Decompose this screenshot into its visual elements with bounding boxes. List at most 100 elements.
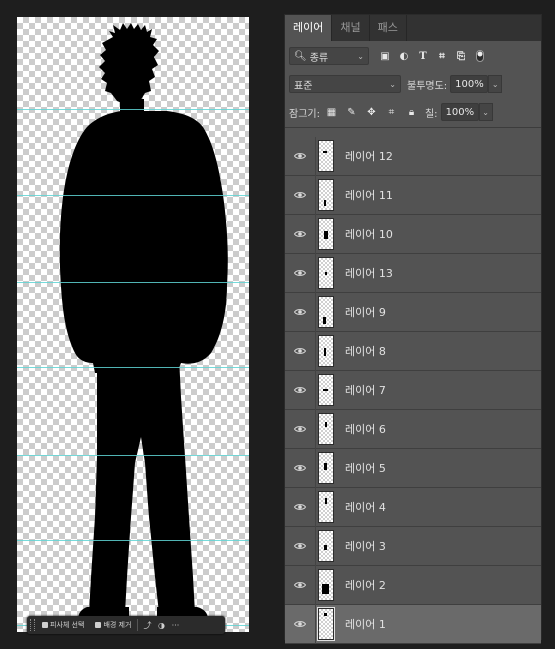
visibility-eye-icon[interactable]	[285, 620, 315, 628]
lock-label: 잠그기:	[289, 108, 320, 120]
adjustment-filter-icon[interactable]: ◐	[398, 50, 410, 62]
divider	[315, 370, 316, 410]
thumbnail-content	[324, 348, 326, 356]
filter-toggle-icon[interactable]	[474, 50, 486, 62]
layer-list: 레이어 12 레이어 11 레이어 10 레이어 13 레이어 9 레이어 8 레이어 7 레…	[285, 136, 541, 644]
filter-kind-dropdown[interactable]: 🔍︎ 종류 ⌄	[289, 47, 369, 65]
thumbnail-content	[325, 498, 327, 504]
layer-thumbnail[interactable]	[318, 374, 334, 406]
type-filter-icon[interactable]: T	[417, 50, 429, 62]
visibility-eye-icon[interactable]	[285, 542, 315, 550]
layer-thumbnail[interactable]	[318, 179, 334, 211]
layer-thumbnail[interactable]	[318, 296, 334, 328]
layer-name: 레이어 8	[345, 345, 386, 358]
thumbnail-content	[323, 151, 327, 153]
visibility-eye-icon[interactable]	[285, 308, 315, 316]
layer-thumbnail[interactable]	[318, 413, 334, 445]
smart-object-filter-icon[interactable]: ⎘	[455, 50, 467, 62]
tab-paths[interactable]: 패스	[370, 15, 407, 41]
divider	[315, 487, 316, 527]
tab-layers[interactable]: 레이어	[285, 15, 333, 41]
visibility-eye-icon[interactable]	[285, 347, 315, 355]
layer-name: 레이어 11	[345, 189, 393, 202]
visibility-eye-icon[interactable]	[285, 464, 315, 472]
layer-row[interactable]: 레이어 10	[285, 214, 541, 254]
visibility-eye-icon[interactable]	[285, 191, 315, 199]
guide-line	[17, 455, 249, 456]
layer-thumbnail[interactable]	[318, 530, 334, 562]
layer-name: 레이어 3	[345, 540, 386, 553]
remove-background-button[interactable]: 배경 제거	[91, 618, 135, 632]
divider	[315, 448, 316, 488]
filter-kind-value: 종류	[309, 52, 329, 64]
visibility-eye-icon[interactable]	[285, 230, 315, 238]
layer-row[interactable]: 레이어 13	[285, 253, 541, 293]
visibility-eye-icon[interactable]	[285, 269, 315, 277]
fill-label: 칠:	[424, 108, 438, 120]
thumbnail-content	[325, 422, 327, 427]
visibility-eye-icon[interactable]	[285, 386, 315, 394]
shape-filter-icon[interactable]: ⌗	[436, 50, 448, 62]
layer-thumbnail[interactable]	[318, 218, 334, 250]
layer-row[interactable]: 레이어 8	[285, 331, 541, 371]
transform-icon[interactable]: ⤴	[140, 620, 154, 631]
panel-tabs: 레이어 채널 패스	[285, 15, 541, 41]
tab-channels[interactable]: 채널	[332, 15, 370, 41]
layer-name: 레이어 4	[345, 501, 386, 514]
image-filter-icon[interactable]: ▣	[379, 50, 391, 62]
lock-artboard-icon[interactable]: ⌗	[386, 107, 397, 118]
lock-image-icon[interactable]: ✎	[346, 107, 357, 118]
blend-mode-dropdown[interactable]: 표준 ⌄	[289, 75, 401, 93]
divider	[315, 214, 316, 254]
layer-row[interactable]: 레이어 2	[285, 565, 541, 605]
adjustment-icon[interactable]: ◑	[154, 621, 168, 630]
layer-row[interactable]: 레이어 6	[285, 409, 541, 449]
layer-row[interactable]: 레이어 1	[285, 604, 541, 644]
fill-input[interactable]: 100%	[440, 103, 479, 121]
drag-handle[interactable]	[30, 619, 35, 631]
layer-row[interactable]: 레이어 5	[285, 448, 541, 488]
divider	[315, 604, 316, 644]
contextual-task-bar: 피사체 선택 배경 제거 ⤴ ◑ ···	[27, 616, 225, 634]
guide-line	[17, 367, 249, 368]
layer-thumbnail[interactable]	[318, 257, 334, 289]
layer-row[interactable]: 레이어 7	[285, 370, 541, 410]
lock-all-icon[interactable]: 🔒︎	[406, 107, 417, 118]
lock-position-icon[interactable]: ✥	[366, 107, 377, 118]
opacity-chevron-icon[interactable]: ⌄	[488, 75, 503, 93]
layer-name: 레이어 13	[345, 267, 393, 280]
layer-row[interactable]: 레이어 12	[285, 136, 541, 176]
remove-background-label: 배경 제거	[103, 621, 132, 629]
layer-thumbnail[interactable]	[318, 452, 334, 484]
layer-name: 레이어 7	[345, 384, 386, 397]
document-canvas[interactable]	[17, 17, 249, 632]
lock-transparent-icon[interactable]: ▦	[326, 107, 337, 118]
more-options-button[interactable]: ···	[168, 621, 182, 630]
layer-thumbnail[interactable]	[317, 607, 335, 641]
layer-thumbnail[interactable]	[318, 491, 334, 523]
blend-row: 표준 ⌄ 불투명도: 100% ⌄	[285, 71, 541, 97]
layer-name: 레이어 10	[345, 228, 393, 241]
layer-row[interactable]: 레이어 3	[285, 526, 541, 566]
layer-row[interactable]: 레이어 11	[285, 175, 541, 215]
layer-thumbnail[interactable]	[318, 140, 334, 172]
person-icon	[42, 622, 48, 628]
select-subject-button[interactable]: 피사체 선택	[38, 618, 88, 632]
thumbnail-content	[324, 231, 328, 239]
fill-chevron-icon[interactable]: ⌄	[478, 103, 493, 121]
layer-thumbnail[interactable]	[318, 569, 334, 601]
opacity-input[interactable]: 100%	[450, 75, 489, 93]
visibility-eye-icon[interactable]	[285, 425, 315, 433]
divider	[315, 565, 316, 605]
thumbnail-content	[324, 545, 327, 550]
visibility-eye-icon[interactable]	[285, 503, 315, 511]
filter-row: 🔍︎ 종류 ⌄ ▣ ◐ T ⌗ ⎘	[285, 41, 541, 71]
layer-row[interactable]: 레이어 4	[285, 487, 541, 527]
layer-name: 레이어 12	[345, 150, 393, 163]
search-icon: 🔍︎	[294, 50, 307, 62]
visibility-eye-icon[interactable]	[285, 581, 315, 589]
guide-line	[17, 195, 249, 196]
layer-thumbnail[interactable]	[318, 335, 334, 367]
layer-row[interactable]: 레이어 9	[285, 292, 541, 332]
visibility-eye-icon[interactable]	[285, 152, 315, 160]
